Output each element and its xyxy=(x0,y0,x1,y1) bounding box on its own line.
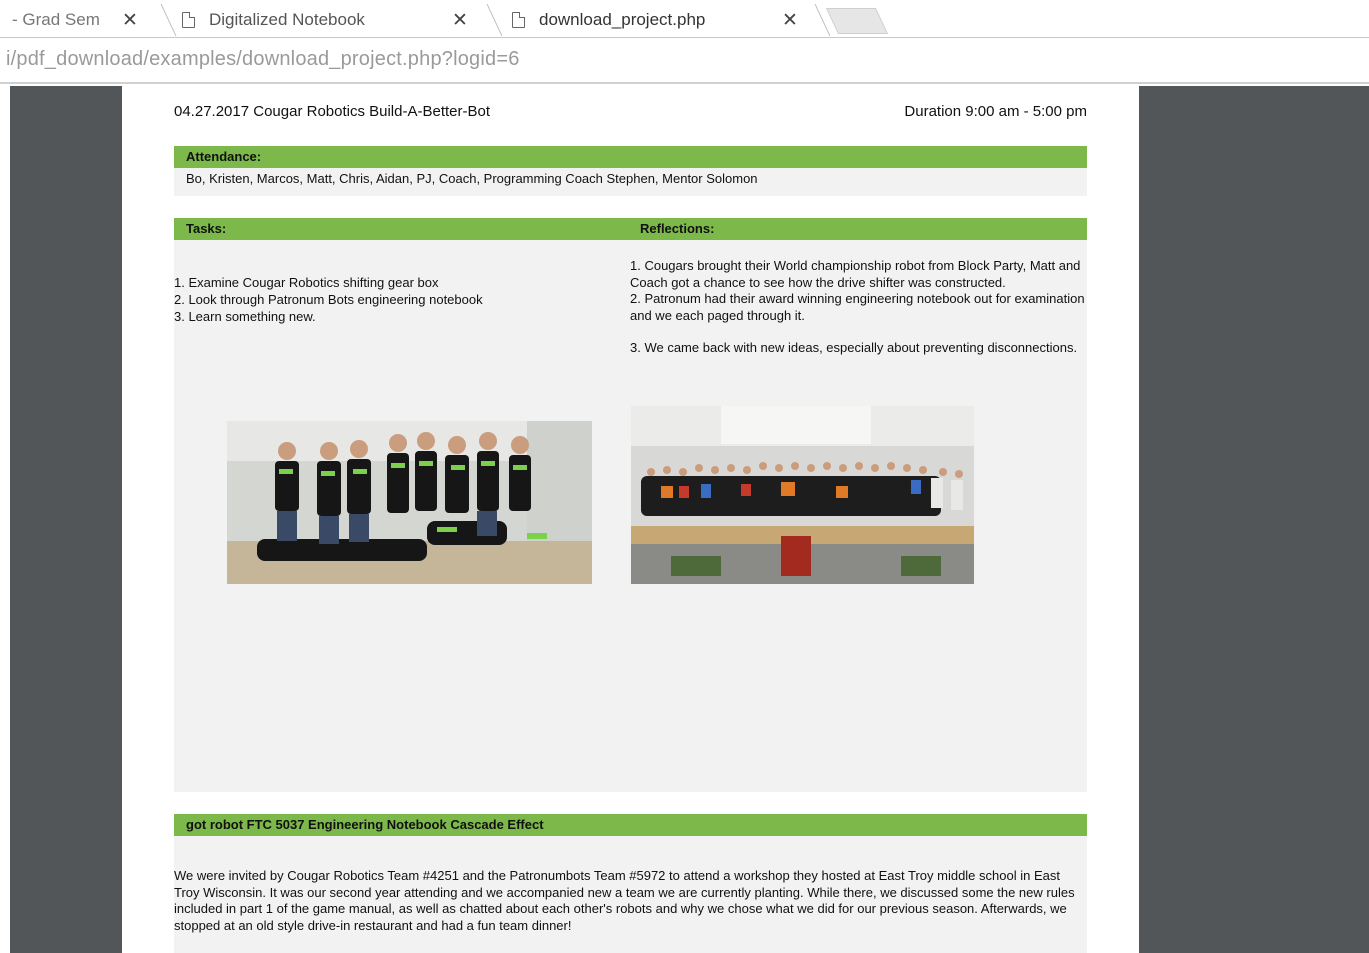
section-header: got robot FTC 5037 Engineering Notebook … xyxy=(174,814,1087,836)
tab-separator xyxy=(486,4,503,36)
tasks-reflections-box: 1. Examine Cougar Robotics shifting gear… xyxy=(174,240,1087,792)
section-box: We were invited by Cougar Robotics Team … xyxy=(174,836,1087,953)
team-photo-illustration xyxy=(227,421,592,584)
attendance-label: Attendance: xyxy=(186,149,262,164)
attendance-text: Bo, Kristen, Marcos, Matt, Chris, Aidan,… xyxy=(186,171,758,186)
tab-digitalized-notebook[interactable]: Digitalized Notebook ✕ xyxy=(182,4,482,36)
list-item: 3. Learn something new. xyxy=(174,309,316,324)
group-photo-illustration xyxy=(631,406,974,584)
url-text[interactable]: i/pdf_download/examples/download_project… xyxy=(6,48,520,71)
tab-title: download_project.php xyxy=(539,10,706,29)
team-photo xyxy=(227,421,592,584)
pdf-page: 04.27.2017 Cougar Robotics Build-A-Bette… xyxy=(122,86,1139,953)
tab-title: - Grad Sem xyxy=(12,10,100,29)
tab-download-project[interactable]: download_project.php ✕ xyxy=(512,4,812,36)
close-icon[interactable]: ✕ xyxy=(782,9,798,32)
list-item: 2. Look through Patronum Bots engineerin… xyxy=(174,292,483,307)
reflection-paragraph: 3. We came back with new ideas, especial… xyxy=(630,340,1078,355)
pdf-viewer[interactable]: 04.27.2017 Cougar Robotics Build-A-Bette… xyxy=(10,86,1369,953)
close-icon[interactable]: ✕ xyxy=(122,9,138,32)
tab-bar: - Grad Sem ✕ Digitalized Notebook ✕ down… xyxy=(0,0,1369,38)
reflection-paragraph: 2. Patronum had their award winning engi… xyxy=(630,291,1085,323)
address-bar[interactable]: i/pdf_download/examples/download_project… xyxy=(0,38,1369,84)
reflections-label: Reflections: xyxy=(640,221,715,236)
reflections-text: 1. Cougars brought their World champions… xyxy=(630,258,1085,373)
section-label: got robot FTC 5037 Engineering Notebook … xyxy=(186,817,544,832)
duration-text: Duration 9:00 am - 5:00 pm xyxy=(904,103,1087,120)
document-icon xyxy=(512,12,525,28)
tasks-reflections-header: Tasks: Reflections: xyxy=(174,218,1087,240)
list-item: 1. Examine Cougar Robotics shifting gear… xyxy=(174,275,439,290)
tab-grad-sem[interactable]: - Grad Sem ✕ xyxy=(0,4,160,36)
section-text: We were invited by Cougar Robotics Team … xyxy=(174,868,1075,933)
attendance-header: Attendance: xyxy=(174,146,1087,168)
tasks-list: 1. Examine Cougar Robotics shifting gear… xyxy=(174,274,483,325)
close-icon[interactable]: ✕ xyxy=(452,9,468,32)
reflection-paragraph: 1. Cougars brought their World champions… xyxy=(630,258,1081,290)
tasks-label: Tasks: xyxy=(186,221,227,236)
group-photo xyxy=(631,406,974,584)
attendance-box: Bo, Kristen, Marcos, Matt, Chris, Aidan,… xyxy=(174,168,1087,196)
tab-separator xyxy=(160,4,177,36)
page-title: 04.27.2017 Cougar Robotics Build-A-Bette… xyxy=(174,103,491,120)
document-icon xyxy=(182,12,195,28)
new-tab-button[interactable] xyxy=(825,8,889,34)
tab-title: Digitalized Notebook xyxy=(209,10,365,29)
